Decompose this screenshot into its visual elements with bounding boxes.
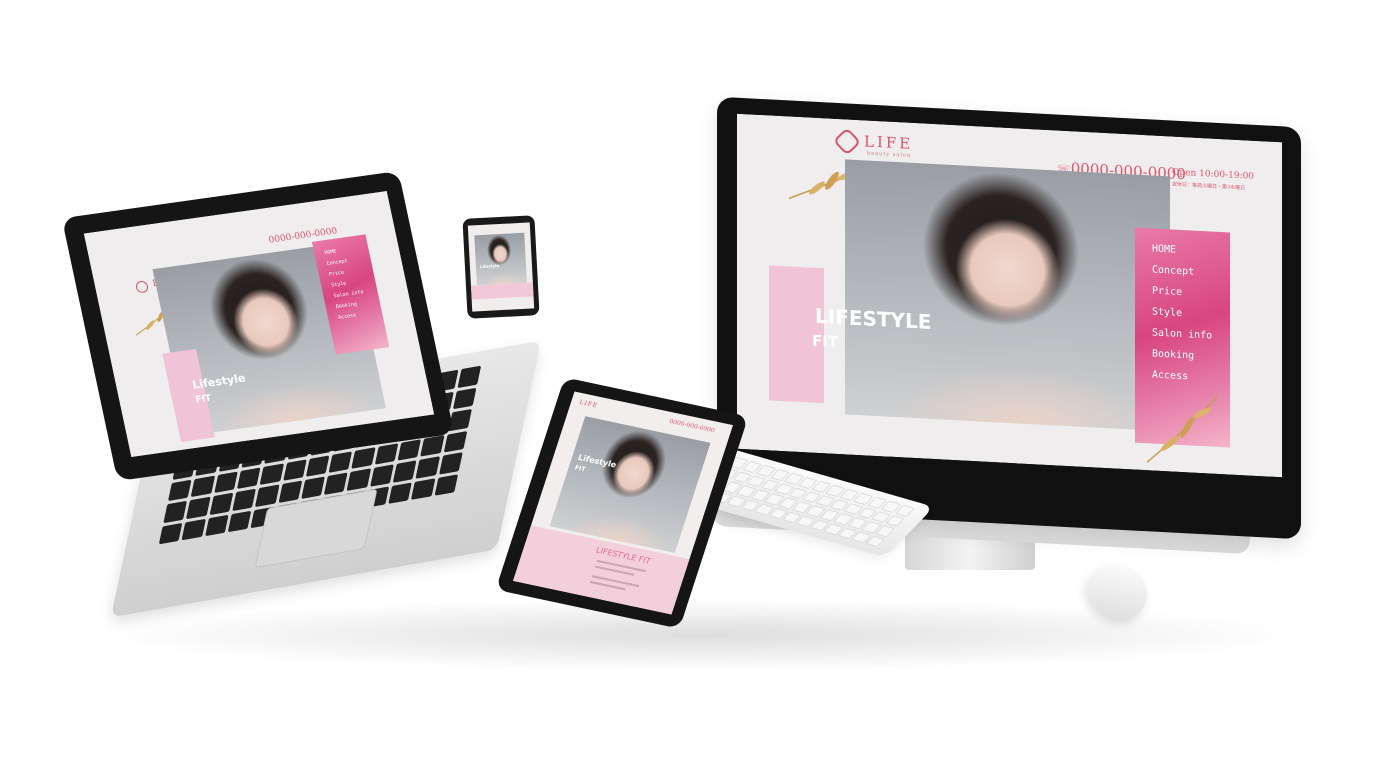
pink-accent-block <box>470 282 534 300</box>
laptop-screen: LIFE 0000-000-0000 HOME Concept Price St… <box>83 190 435 458</box>
nav-item-booking[interactable]: Booking <box>335 300 366 310</box>
hexagon-logo-icon[interactable] <box>832 127 862 156</box>
tablet-screen: LIFE 0000-000-0000 Lifestyle FIT LIFESTY… <box>513 391 733 615</box>
nav-item-style[interactable]: Style <box>331 278 362 289</box>
hero-photo <box>474 232 527 286</box>
main-nav: HOME Concept Price Style Salon info Book… <box>1152 243 1212 383</box>
nav-item-salon-info[interactable]: Salon info <box>333 289 364 299</box>
logo-tagline: beauty salon <box>867 150 912 159</box>
nav-item-concept[interactable]: Concept <box>326 257 357 267</box>
header-hours-sub: 定休日：毎週火曜日・第3水曜日 <box>1172 181 1246 192</box>
hexagon-logo-icon[interactable] <box>133 278 151 296</box>
website-laptop: LIFE 0000-000-0000 HOME Concept Price St… <box>83 190 435 458</box>
gold-leaf-icon <box>1146 396 1218 463</box>
hero-photo <box>549 416 711 553</box>
hero-photo <box>845 159 1170 432</box>
phone-screen: Lifestyle <box>467 222 535 312</box>
website-desktop: LIFE beauty salon ☏0000-000-0000 Open 10… <box>737 113 1282 478</box>
nav-item-salon-info[interactable]: Salon info <box>1152 327 1212 341</box>
hero-title-line2: FIT <box>812 331 839 352</box>
logo-text[interactable]: LIFE <box>578 399 599 410</box>
nav-item-booking[interactable]: Booking <box>1152 348 1212 362</box>
imac-screen: LIFE beauty salon ☏0000-000-0000 Open 10… <box>737 113 1282 478</box>
header-phone[interactable]: 0000-000-0000 <box>668 418 715 434</box>
nav-item-style[interactable]: Style <box>1152 306 1212 320</box>
hero-title-line1: Lifestyle <box>815 303 932 334</box>
nav-item-price[interactable]: Price <box>328 268 359 278</box>
nav-item-home[interactable]: HOME <box>1152 243 1212 257</box>
nav-item-concept[interactable]: Concept <box>1152 264 1212 278</box>
nav-item-price[interactable]: Price <box>1152 285 1212 299</box>
